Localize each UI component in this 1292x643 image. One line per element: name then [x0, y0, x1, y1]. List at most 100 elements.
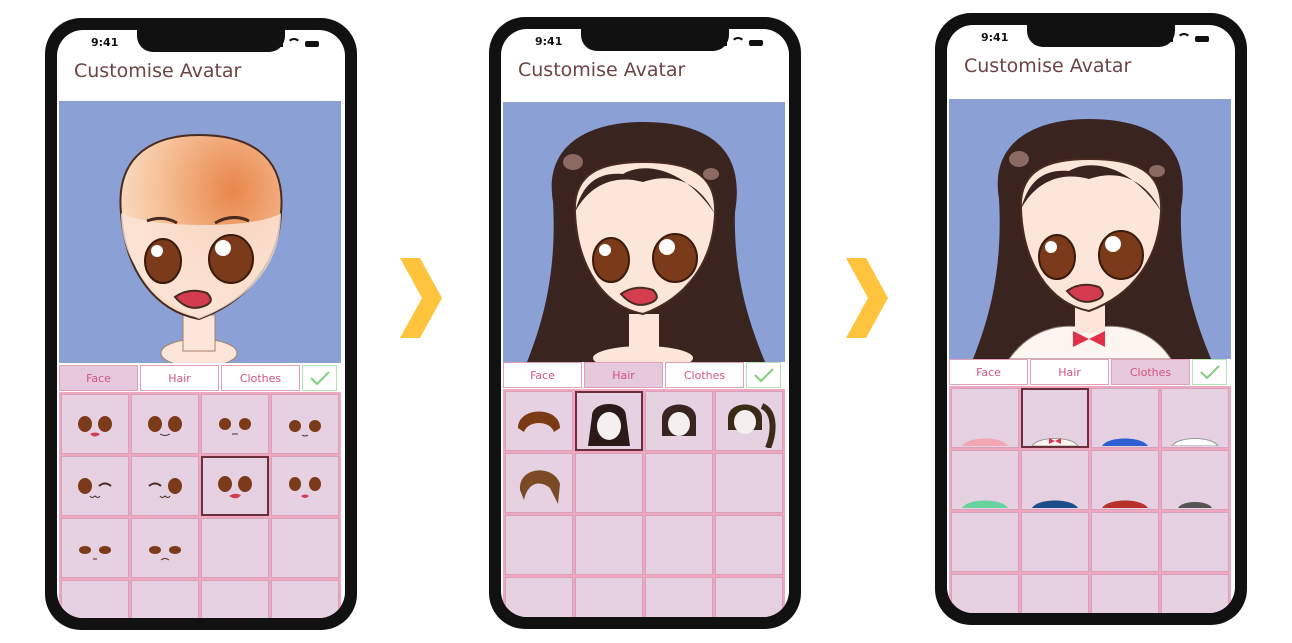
clothes-option-white[interactable] — [1161, 388, 1229, 448]
tab-clothes[interactable]: Clothes — [221, 365, 300, 391]
clothes-thumbnail — [1032, 500, 1078, 508]
empty-slot — [271, 580, 339, 618]
wifi-icon — [287, 38, 301, 47]
clothes-thumbnail — [1171, 438, 1219, 446]
clothes-option-red[interactable] — [1091, 450, 1159, 510]
tab-face[interactable]: Face — [59, 365, 138, 391]
tab-hair[interactable]: Hair — [140, 365, 219, 391]
empty-slot — [951, 512, 1019, 572]
tab-hair[interactable]: Hair — [584, 362, 663, 388]
battery-icon — [305, 41, 319, 47]
hair-thumbnail — [728, 403, 776, 448]
clothes-option-navy[interactable] — [1021, 450, 1089, 510]
clothes-thumbnail — [1178, 502, 1212, 508]
hair-option-ponytail[interactable] — [715, 391, 783, 451]
check-icon — [309, 371, 330, 386]
empty-slot — [575, 453, 643, 513]
face-option-3[interactable] — [201, 394, 269, 454]
tab-clothes[interactable]: Clothes — [665, 362, 744, 388]
empty-slot — [1091, 512, 1159, 572]
confirm-button[interactable] — [1192, 359, 1227, 385]
notch — [137, 30, 285, 52]
signal-icon — [1162, 33, 1173, 42]
face-option-10[interactable] — [131, 518, 199, 578]
clothes-thumbnail — [962, 500, 1008, 508]
phone-frame-3: 9:41 Customise Avatar Face Hair Clothes — [935, 13, 1247, 625]
face-thumbnail — [289, 420, 321, 437]
hair-option-bob[interactable] — [645, 391, 713, 451]
empty-slot — [1161, 574, 1229, 613]
wifi-icon — [1177, 33, 1191, 42]
app-screen-2: 9:41 Customise Avatar Face Hair Clothes — [501, 29, 789, 617]
face-thumbnail — [289, 477, 321, 498]
empty-slot — [201, 518, 269, 578]
confirm-button[interactable] — [302, 365, 337, 391]
notch — [1027, 25, 1175, 47]
tab-face[interactable]: Face — [949, 359, 1028, 385]
face-option-8[interactable] — [271, 456, 339, 516]
hair-option-brown-side[interactable] — [505, 453, 573, 513]
face-thumbnail — [78, 416, 112, 437]
notch — [581, 29, 729, 51]
face-thumbnail — [79, 546, 111, 560]
face-option-1[interactable] — [61, 394, 129, 454]
option-grid — [503, 389, 785, 617]
face-thumbnail — [148, 416, 182, 436]
clothes-option-white-bow-selected[interactable] — [1021, 388, 1089, 448]
hair-option-bowl[interactable] — [505, 391, 573, 451]
empty-slot — [951, 574, 1019, 613]
face-option-5[interactable] — [61, 456, 129, 516]
face-option-7-selected[interactable] — [201, 456, 269, 516]
avatar-bald-image — [119, 133, 283, 363]
face-option-2[interactable] — [131, 394, 199, 454]
avatar-dressed-image — [973, 119, 1211, 359]
step-arrow-icon — [400, 258, 442, 338]
status-icons — [716, 37, 763, 46]
empty-slot — [1021, 574, 1089, 613]
avatar-preview — [503, 102, 785, 362]
check-icon — [1199, 365, 1220, 380]
status-time: 9:41 — [91, 36, 119, 49]
face-option-9[interactable] — [61, 518, 129, 578]
empty-slot — [505, 515, 573, 575]
empty-slot — [61, 580, 129, 618]
signal-icon — [272, 38, 283, 47]
face-option-6[interactable] — [131, 456, 199, 516]
tab-face[interactable]: Face — [503, 362, 582, 388]
status-time: 9:41 — [981, 31, 1009, 44]
clothes-option-green[interactable] — [951, 450, 1019, 510]
category-tabs: Face Hair Clothes — [503, 362, 785, 390]
clothes-option-blue[interactable] — [1091, 388, 1159, 448]
tab-hair[interactable]: Hair — [1030, 359, 1109, 385]
empty-slot — [1021, 512, 1089, 572]
tab-clothes[interactable]: Clothes — [1111, 359, 1190, 385]
option-grid — [59, 392, 341, 618]
avatar-preview — [949, 99, 1231, 359]
hair-thumbnail — [518, 411, 560, 432]
empty-slot — [575, 577, 643, 617]
empty-slot — [645, 453, 713, 513]
clothes-thumbnail — [1031, 438, 1079, 446]
check-icon — [753, 368, 774, 383]
category-tabs: Face Hair Clothes — [949, 359, 1231, 387]
face-option-4[interactable] — [271, 394, 339, 454]
option-grid — [949, 386, 1231, 613]
confirm-button[interactable] — [746, 362, 781, 388]
status-time: 9:41 — [535, 35, 563, 48]
face-thumbnail — [218, 476, 252, 499]
wifi-icon — [731, 37, 745, 46]
clothes-option-pink[interactable] — [951, 388, 1019, 448]
app-screen-1: 9:41 Customise Avatar Face Hair Clothes — [57, 30, 345, 618]
clothes-option-grey[interactable] — [1161, 450, 1229, 510]
status-icons — [1162, 33, 1209, 42]
status-icons — [272, 38, 319, 47]
hair-thumbnail — [519, 470, 560, 504]
empty-slot — [715, 515, 783, 575]
empty-slot — [201, 580, 269, 618]
clothes-thumbnail — [1102, 438, 1148, 446]
clothes-thumbnail — [962, 438, 1008, 446]
hair-option-long-selected[interactable] — [575, 391, 643, 451]
page-title: Customise Avatar — [964, 55, 1132, 77]
empty-slot — [645, 515, 713, 575]
battery-icon — [1195, 36, 1209, 42]
